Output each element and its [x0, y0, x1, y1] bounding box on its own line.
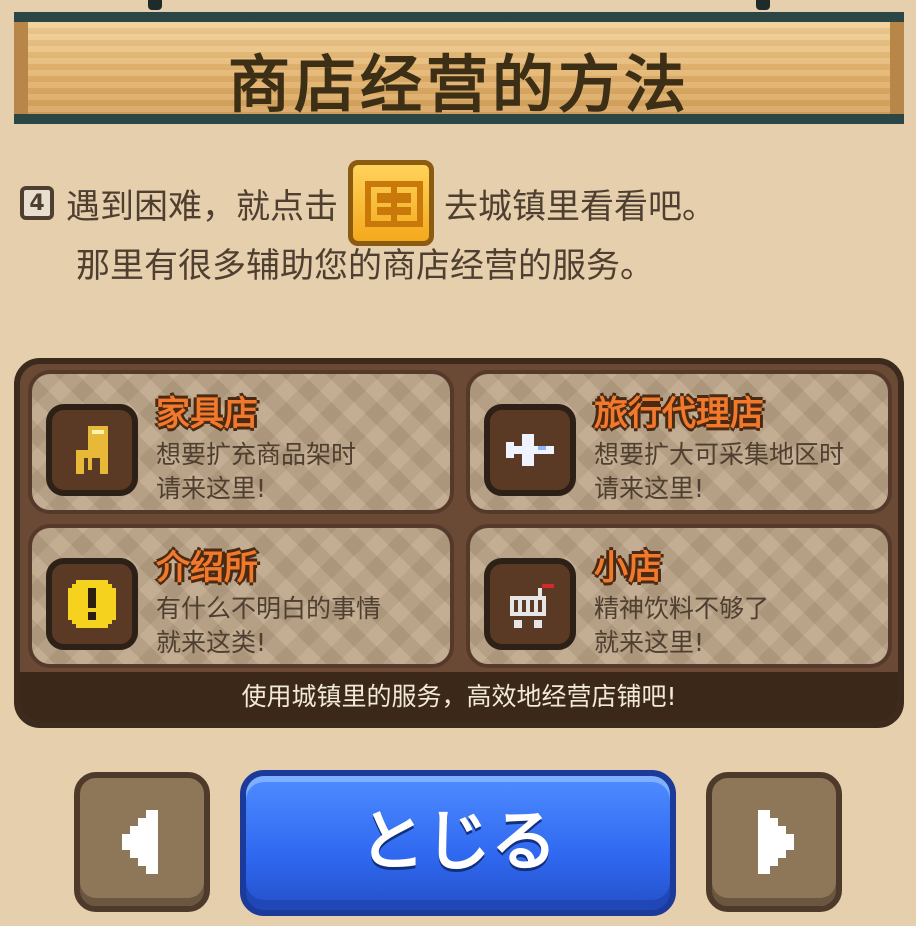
exclamation-icon — [46, 558, 138, 650]
service-desc-line: 请来这里! — [594, 474, 705, 503]
panel-footer-caption: 使用城镇里的服务，高效地经营店铺吧! — [20, 672, 898, 722]
service-travel-agency[interactable]: 旅行代理店 想要扩大可采集地区时 请来这里! — [466, 370, 892, 514]
service-small-shop[interactable]: 小店 精神饮料不够了 就来这里! — [466, 524, 892, 668]
service-information-office[interactable]: 介绍所 有什么不明白的事情 就来这类! — [28, 524, 454, 668]
service-desc-line: 精神饮料不够了 — [594, 594, 770, 623]
airplane-icon — [484, 404, 576, 496]
service-desc-line: 有什么不明白的事情 — [156, 594, 382, 623]
right-arrow-icon — [758, 810, 794, 874]
service-furniture-shop[interactable]: 家具店 想要扩充商品架时 请来这里! — [28, 370, 454, 514]
service-desc-furniture: 想要扩充商品架时 请来这里! — [156, 438, 356, 506]
close-button[interactable]: とじる — [240, 770, 676, 916]
service-desc-line: 想要扩充商品架时 — [156, 440, 357, 469]
service-desc-line: 就来这里! — [594, 628, 705, 657]
next-page-button[interactable] — [706, 772, 842, 912]
town-services-panel: 家具店 想要扩充商品架时 请来这里! 旅行代理店 想要扩大可采集地区时 请来这里… — [14, 358, 904, 728]
service-desc-small-shop: 精神饮料不够了 就来这里! — [594, 592, 769, 660]
service-desc-line: 就来这类! — [156, 628, 267, 657]
service-name-furniture: 家具店 — [156, 394, 258, 434]
service-name-information: 介绍所 — [156, 548, 258, 588]
page-title: 商店经营的方法 — [227, 48, 690, 121]
tip-line-1: 4 遇到困难，就点击 去城镇里看看吧。 — [20, 160, 716, 246]
service-name-travel: 旅行代理店 — [594, 394, 764, 434]
board-hanger-left — [148, 0, 162, 10]
left-arrow-icon — [122, 810, 158, 874]
service-desc-line: 想要扩大可采集地区时 — [594, 440, 845, 469]
title-board: 商店经营的方法 — [14, 12, 904, 124]
chair-icon — [46, 404, 138, 496]
service-desc-information: 有什么不明白的事情 就来这类! — [156, 592, 381, 660]
tip-page-number: 4 — [20, 186, 54, 220]
service-name-small-shop: 小店 — [594, 548, 662, 588]
tip-line-2: 那里有很多辅助您的商店经营的服务。 — [76, 246, 654, 286]
tip-text-before-icon: 遇到困难，就点击 — [66, 186, 338, 227]
tip-text-after-icon: 去城镇里看看吧。 — [444, 186, 716, 227]
cart-icon — [484, 558, 576, 650]
town-map-icon — [348, 160, 434, 246]
previous-page-button[interactable] — [74, 772, 210, 912]
service-desc-travel: 想要扩大可采集地区时 请来这里! — [594, 438, 844, 506]
board-hanger-right — [756, 0, 770, 10]
service-desc-line: 请来这里! — [156, 474, 267, 503]
